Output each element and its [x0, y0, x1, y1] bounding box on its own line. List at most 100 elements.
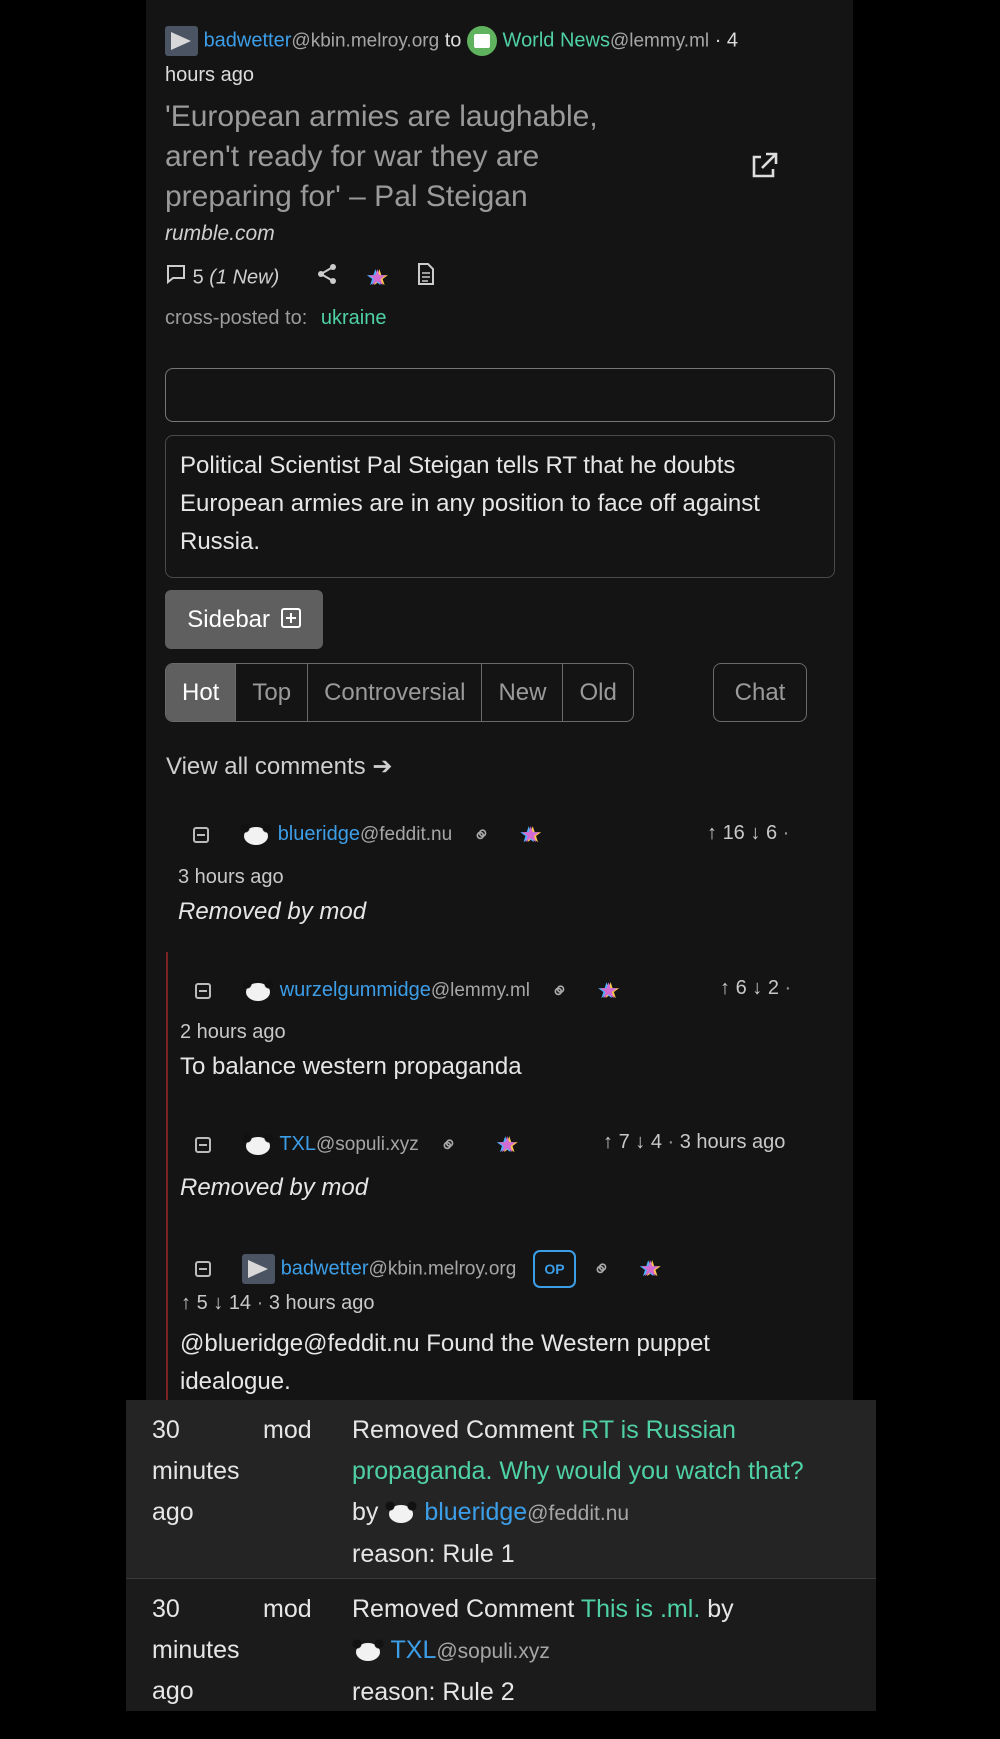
- vote-score: ↑ 6 ↓ 2 ·: [720, 977, 792, 999]
- modlog-reason: reason: Rule 2: [352, 1678, 515, 1706]
- modlog-moderator: mod: [263, 1416, 312, 1444]
- comment-time: 3 hours ago: [679, 1131, 786, 1153]
- view-all-comments-link[interactable]: View all comments ➔: [166, 752, 392, 781]
- modlog-moderator: mod: [263, 1595, 312, 1623]
- link-icon[interactable]: ⚭: [466, 818, 499, 851]
- comment-header: blueridge@feddit.nu ⚭ ★: [193, 818, 541, 851]
- collapse-icon[interactable]: [193, 826, 209, 843]
- comment-author-link[interactable]: badwetter: [281, 1257, 369, 1279]
- fediverse-icon[interactable]: ★: [599, 977, 619, 1005]
- post-body: Political Scientist Pal Steigan tells RT…: [165, 435, 835, 578]
- downvote-icon[interactable]: ↓: [635, 1131, 645, 1153]
- comment-text: To balance western propaganda: [180, 1053, 522, 1080]
- community-instance: @lemmy.ml: [609, 30, 710, 52]
- document-icon[interactable]: [416, 263, 436, 293]
- comment-author-link[interactable]: wurzelgummidge: [280, 979, 431, 1001]
- link-icon[interactable]: ⚭: [433, 1128, 466, 1161]
- downvote-icon[interactable]: ↓: [213, 1292, 223, 1314]
- comment-author-link[interactable]: blueridge: [278, 823, 360, 845]
- comment-time: 3 hours ago: [178, 866, 284, 888]
- post-byline: badwetter@kbin.melroy.org to World News@…: [165, 26, 738, 56]
- comment-count[interactable]: 5: [193, 266, 204, 288]
- comment-header: badwetter@kbin.melroy.org OP ⚭ ★: [195, 1250, 660, 1288]
- modlog-time: 30 minutes ago: [152, 1416, 240, 1526]
- comment-header: wurzelgummidge@lemmy.ml ⚭ ★: [195, 974, 619, 1007]
- community-icon[interactable]: [466, 26, 497, 56]
- crosspost-label: cross-posted to:: [165, 307, 308, 329]
- fediverse-icon[interactable]: ★: [521, 821, 541, 849]
- removed-comment-link[interactable]: This is .ml.: [581, 1595, 700, 1623]
- tab-old[interactable]: Old: [563, 664, 632, 721]
- upvote-icon[interactable]: ↑: [181, 1292, 191, 1314]
- fediverse-icon[interactable]: ★: [497, 1131, 517, 1159]
- tab-new[interactable]: New: [482, 664, 564, 721]
- arrow-right-icon: ➔: [372, 753, 393, 780]
- upvote-icon[interactable]: ↑: [707, 822, 717, 844]
- upvote-icon[interactable]: ↑: [720, 977, 730, 999]
- tab-controversial[interactable]: Controversial: [308, 664, 483, 721]
- collapse-icon[interactable]: [195, 1261, 211, 1277]
- comment-new[interactable]: (1 New): [209, 266, 279, 288]
- post-time-part2: hours ago: [165, 64, 254, 86]
- downvote-icon[interactable]: ↓: [752, 977, 762, 999]
- modlog-user-link[interactable]: blueridge: [424, 1498, 527, 1526]
- post-time-part1: · 4: [714, 29, 739, 52]
- comment-author-instance: @feddit.nu: [359, 824, 453, 845]
- post-author-instance: @kbin.melroy.org: [291, 30, 440, 52]
- comment-icon[interactable]: [165, 263, 187, 293]
- community-link[interactable]: World News: [503, 29, 610, 51]
- external-link-icon[interactable]: [748, 150, 780, 182]
- comment-author-link[interactable]: TXL: [279, 1133, 316, 1155]
- crosspost-row: cross-posted to: ukraine: [165, 304, 386, 332]
- fediverse-icon[interactable]: ★: [368, 264, 388, 292]
- user-avatar[interactable]: [240, 822, 273, 847]
- collapse-icon[interactable]: [195, 982, 211, 999]
- user-avatar[interactable]: [242, 1132, 275, 1157]
- collapse-icon[interactable]: [195, 1136, 211, 1153]
- crosspost-link[interactable]: ukraine: [321, 307, 387, 329]
- comment-time: 3 hours ago: [268, 1292, 375, 1314]
- comment-removed-text: Removed by mod: [180, 1174, 369, 1201]
- user-avatar[interactable]: [242, 978, 275, 1003]
- share-icon[interactable]: [316, 263, 338, 293]
- modlog-row: 30 minutes ago mod Removed Comment RT is…: [126, 1400, 876, 1579]
- comment-author-instance: @kbin.melroy.org: [368, 1258, 517, 1280]
- vote-score: ↑ 7 ↓ 4 · 3 hours ago: [603, 1131, 786, 1153]
- chat-button[interactable]: Chat: [713, 663, 807, 722]
- modlog-action: Removed Comment This is .ml. by TXL@sopu…: [352, 1589, 862, 1713]
- fediverse-icon[interactable]: ★: [640, 1255, 660, 1283]
- modlog-action: Removed Comment RT is Russian propaganda…: [352, 1410, 862, 1575]
- modlog-reason: reason: Rule 1: [352, 1540, 515, 1568]
- modlog-row: 30 minutes ago mod Removed Comment This …: [126, 1579, 876, 1711]
- tab-top[interactable]: Top: [236, 664, 309, 721]
- comment-author-instance: @sopuli.xyz: [316, 1134, 419, 1155]
- vote-score: ↑ 5 ↓ 14 · 3 hours ago: [181, 1292, 375, 1314]
- post-domain: rumble.com: [165, 222, 275, 245]
- modlog-user-link[interactable]: TXL: [391, 1636, 437, 1664]
- sidebar-button[interactable]: Sidebar: [165, 590, 323, 649]
- to-label: to: [444, 29, 462, 52]
- post-author-link[interactable]: badwetter: [204, 29, 292, 51]
- downvote-icon[interactable]: ↓: [750, 822, 760, 844]
- tab-hot[interactable]: Hot: [166, 664, 237, 721]
- comment-author-instance: @lemmy.ml: [430, 980, 531, 1001]
- empty-box: [165, 368, 835, 422]
- link-icon[interactable]: ⚭: [586, 1253, 619, 1286]
- post-title[interactable]: 'European armies are laughable, aren't r…: [165, 97, 685, 217]
- op-badge: OP: [533, 1250, 576, 1288]
- user-avatar[interactable]: [242, 1254, 276, 1284]
- comment-removed-text: Removed by mod: [178, 898, 367, 925]
- removed-comment-link[interactable]: propaganda. Why would you watch that?: [352, 1451, 862, 1492]
- comment-header: TXL@sopuli.xyz ⚭ ★: [195, 1128, 517, 1161]
- upvote-icon[interactable]: ↑: [603, 1131, 613, 1153]
- link-icon[interactable]: ⚭: [544, 974, 577, 1007]
- sort-tabs: Hot Top Controversial New Old: [165, 663, 634, 722]
- user-avatar[interactable]: [385, 1501, 418, 1525]
- comment-text: @blueridge@feddit.nu Found the Western p…: [180, 1330, 710, 1395]
- thread-line: [166, 952, 168, 1400]
- user-avatar[interactable]: [352, 1639, 384, 1663]
- author-avatar[interactable]: [165, 26, 198, 56]
- removed-comment-link[interactable]: RT is Russian: [581, 1416, 736, 1444]
- vote-score: ↑ 16 ↓ 6 ·: [707, 822, 790, 844]
- plus-square-icon: [280, 591, 301, 650]
